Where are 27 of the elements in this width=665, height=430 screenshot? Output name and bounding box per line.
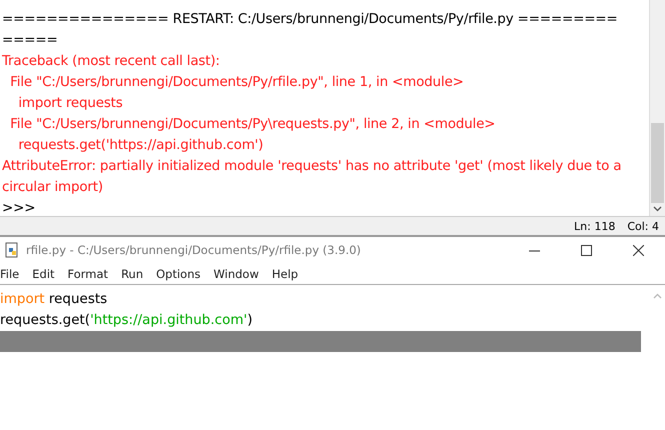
error-line: File "C:/Users/brunnengi/Documents/Py/rfile.py", line 1, in <module> — [9, 73, 464, 92]
shell-line: =============== RESTART: C:/Users/brunnengi/Documents/Py/rfile.py ========= — [2, 10, 618, 29]
maximize-icon[interactable] — [580, 244, 592, 256]
code-line: requests.get('https://api.github.com') — [0, 311, 254, 330]
menu-item[interactable]: Options — [156, 267, 200, 281]
shell-prompt: >>> — [2, 199, 36, 218]
error-line: import requests — [17, 94, 123, 113]
close-icon[interactable] — [632, 244, 644, 256]
scrollbar[interactable] — [649, 0, 665, 216]
python-file-icon — [4, 242, 20, 258]
code-line: import requests — [0, 290, 108, 309]
error-line: Traceback (most recent call last): — [2, 52, 220, 71]
menu-item[interactable]: Window — [214, 267, 259, 281]
error-line: circular import) — [2, 178, 103, 197]
error-line: AttributeError: partially initialized module 'requests' has no attribute 'get' (most likely due to a — [2, 157, 622, 176]
menu-item[interactable]: Help — [272, 267, 298, 281]
menu-item[interactable]: Run — [121, 267, 144, 281]
scroll-down-icon[interactable] — [653, 206, 662, 212]
error-line: requests.get('https://api.github.com') — [17, 136, 264, 155]
menu-item[interactable]: Edit — [32, 267, 55, 281]
line-number: Ln: 118 — [574, 220, 616, 232]
menu-item[interactable]: File — [0, 267, 20, 281]
column-number: Col: 4 — [627, 220, 659, 232]
shell-line: ===== — [2, 31, 58, 50]
window-title: rfile.py - C:/Users/brunnengi/Documents/Py/rfile.py (3.9.0) — [26, 243, 362, 257]
menu-item[interactable]: Format — [68, 267, 108, 281]
error-line: File "C:/Users/brunnengi/Documents/Py\requests.py", line 2, in <module> — [9, 115, 496, 134]
